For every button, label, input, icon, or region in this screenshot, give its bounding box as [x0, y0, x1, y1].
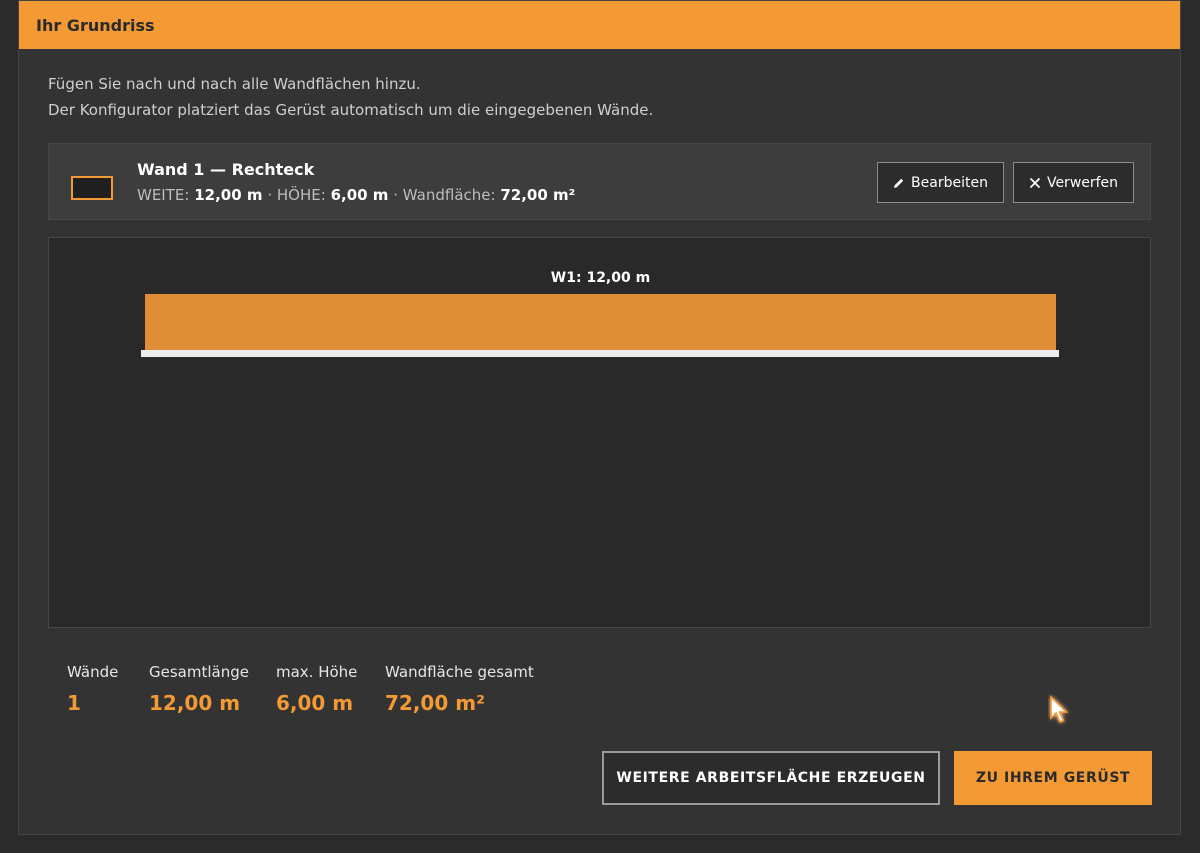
- panel-header: Ihr Grundriss: [19, 1, 1180, 49]
- to-scaffold-button[interactable]: ZU IHREM GERÜST: [954, 751, 1152, 805]
- stat-height-label: max. Höhe: [276, 663, 358, 681]
- height-value: 6,00 m: [330, 186, 389, 204]
- wall-title: Wand 1 — Rechteck: [137, 160, 315, 179]
- wall-list-item: Wand 1 — Rechteck WEITE: 12,00 m · HÖHE:…: [48, 143, 1151, 220]
- panel-title: Ihr Grundriss: [36, 15, 155, 35]
- edit-button[interactable]: Bearbeiten: [877, 162, 1004, 203]
- intro-text: Fügen Sie nach und nach alle Wandflächen…: [48, 71, 653, 123]
- floor-plan-panel: Ihr Grundriss Fügen Sie nach und nach al…: [18, 0, 1181, 835]
- pencil-icon: [894, 178, 904, 188]
- stat-total-length: Gesamtlänge 12,00 m: [149, 663, 249, 715]
- width-label: WEITE:: [137, 186, 190, 204]
- width-value: 12,00 m: [194, 186, 263, 204]
- add-workspace-button[interactable]: WEITERE ARBEITSFLÄCHE ERZEUGEN: [602, 751, 940, 805]
- stat-length-value: 12,00 m: [149, 691, 241, 715]
- discard-button[interactable]: Verwerfen: [1013, 162, 1134, 203]
- stat-walls-value: 1: [67, 691, 81, 715]
- intro-line-2: Der Konfigurator platziert das Gerüst au…: [48, 101, 654, 119]
- wall-shape[interactable]: [145, 294, 1056, 350]
- stat-max-height: max. Höhe 6,00 m: [276, 663, 357, 715]
- area-value: 72,00 m²: [500, 186, 576, 204]
- discard-button-label: Verwerfen: [1046, 174, 1119, 191]
- height-label: HÖHE:: [276, 186, 326, 204]
- separator-1: ·: [267, 186, 273, 204]
- wall-base-line: [141, 350, 1059, 357]
- area-label: Wandfläche:: [402, 186, 496, 204]
- floor-plan-canvas[interactable]: W1: 12,00 m: [48, 237, 1151, 628]
- stat-length-label: Gesamtlänge: [149, 663, 249, 681]
- intro-line-1: Fügen Sie nach und nach alle Wandflächen…: [48, 75, 421, 93]
- wall-dimension-label: W1: 12,00 m: [550, 270, 651, 286]
- stat-area-value: 72,00 m²: [385, 691, 485, 715]
- stat-height-value: 6,00 m: [276, 691, 354, 715]
- pointer-cursor-icon: [1050, 695, 1069, 724]
- separator-2: ·: [393, 186, 398, 204]
- stat-walls: Wände 1: [67, 663, 118, 715]
- wall-dimensions: WEITE: 12,00 m · HÖHE: 6,00 m · Wandfläc…: [137, 186, 575, 204]
- rectangle-icon: [71, 176, 113, 200]
- stat-area-label: Wandfläche gesamt: [385, 663, 534, 681]
- stat-walls-label: Wände: [67, 663, 119, 681]
- stat-total-area: Wandfläche gesamt 72,00 m²: [385, 663, 534, 715]
- edit-button-label: Bearbeiten: [911, 174, 988, 191]
- close-icon: [1029, 177, 1041, 188]
